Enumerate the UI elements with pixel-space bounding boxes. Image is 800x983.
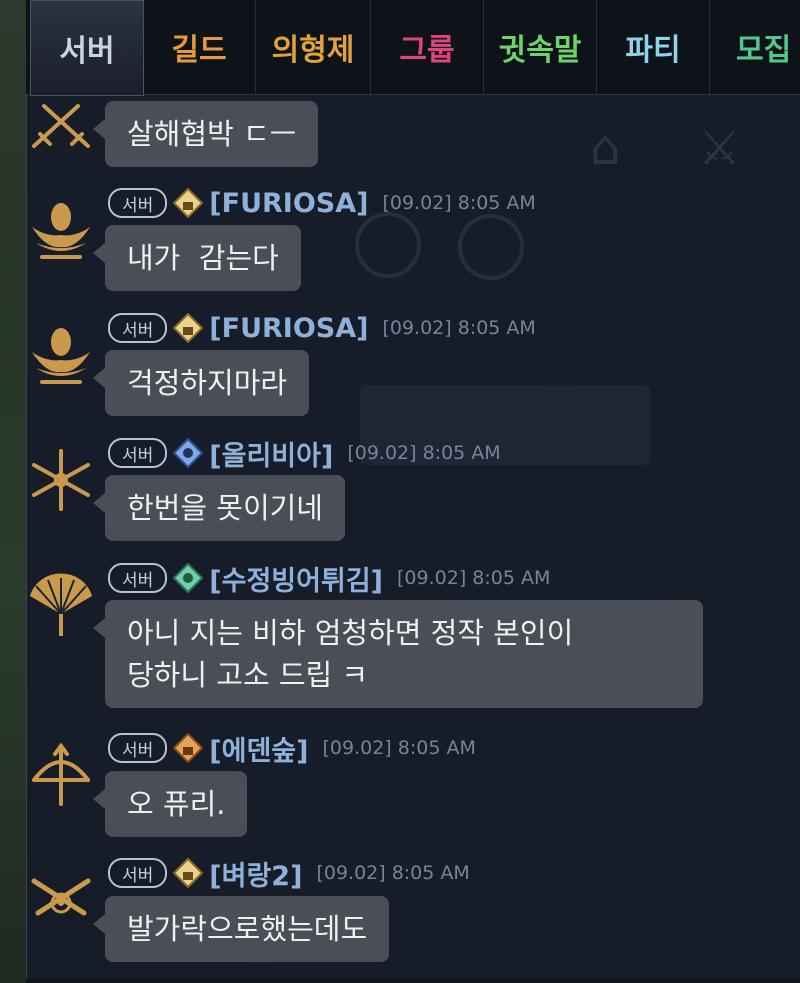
background-home-icon: ⌂ <box>590 120 621 176</box>
class-emblem <box>26 740 96 810</box>
class-emblem <box>26 320 96 390</box>
class-emblem <box>26 90 96 160</box>
chat-message: 발가락으로했는데도 <box>92 896 390 962</box>
bow-icon <box>32 742 90 806</box>
username[interactable]: [수정빙어튀김] <box>209 559 383 598</box>
class-emblem <box>26 570 96 640</box>
panel-bottom-border <box>26 978 800 983</box>
username[interactable]: [올리비아] <box>209 434 333 473</box>
channel-badge: 서버 <box>108 313 168 343</box>
tab-whisper[interactable]: 귓속말 <box>484 0 597 94</box>
timestamp: [09.02] 8:05 AM <box>322 737 476 759</box>
timestamp: [09.02] 8:05 AM <box>382 317 536 339</box>
background-skill-icon <box>458 214 524 280</box>
class-emblem <box>26 195 96 265</box>
chat-message: 오 퓨리. <box>92 771 248 837</box>
tab-recruit[interactable]: 모집 <box>710 0 800 94</box>
blue-rank-icon <box>173 438 204 468</box>
tab-label: 길드 <box>171 33 227 68</box>
channel-badge: 서버 <box>108 858 168 888</box>
message-header: 서버 [수정빙어튀김] [09.02] 8:05 AM <box>108 559 551 598</box>
message-header: 서버 [올리비아] [09.02] 8:05 AM <box>108 434 501 473</box>
channel-badge: 서버 <box>108 563 168 593</box>
timestamp: [09.02] 8:05 AM <box>397 567 551 589</box>
crossed-guns-icon <box>31 878 91 916</box>
gold-rank-icon <box>173 858 204 888</box>
gold-rank-icon <box>173 313 204 343</box>
tab-label: 모집 <box>736 33 792 68</box>
tab-label: 서버 <box>59 34 115 69</box>
crossed-swords-icon <box>32 104 90 148</box>
lotus-icon <box>32 328 90 384</box>
timestamp: [09.02] 8:05 AM <box>347 442 501 464</box>
chat-message: 한번을 못이기네 <box>93 475 345 541</box>
tab-label: 의형제 <box>271 33 355 68</box>
channel-badge: 서버 <box>108 188 168 218</box>
tab-party[interactable]: 파티 <box>597 0 710 94</box>
fan-icon <box>30 573 92 636</box>
message-header: 서버 [FURIOSA] [09.02] 8:05 AM <box>108 186 536 220</box>
tab-label: 귓속말 <box>498 33 582 68</box>
message-header: 서버 [에덴숲] [09.02] 8:05 AM <box>108 729 476 768</box>
lotus-icon <box>32 203 90 259</box>
username[interactable]: [FURIOSA] <box>209 313 368 344</box>
tab-label: 그룹 <box>399 33 455 68</box>
chat-message: 내가 감는다 <box>93 225 301 291</box>
game-screen: ⌂ ⚔ 서버 길드 의형제 그룹 귓속말 파티 모집 살해협박 ㄷㅡ 서버 [F… <box>0 0 800 983</box>
chat-message: 걱정하지마라 <box>92 350 310 416</box>
gold-rank-icon <box>173 188 204 218</box>
orange-rank-icon <box>173 733 204 763</box>
chat-message: 아니 지는 비하 엄청하면 정작 본인이 당하니 고소 드립 ㅋ <box>93 600 703 708</box>
class-emblem <box>26 865 96 935</box>
timestamp: [09.02] 8:05 AM <box>382 192 536 214</box>
username[interactable]: [벼랑2] <box>209 854 302 893</box>
channel-badge: 서버 <box>108 438 168 468</box>
star-burst-icon <box>32 449 90 511</box>
message-header: 서버 [FURIOSA] [09.02] 8:05 AM <box>108 311 536 345</box>
class-emblem <box>26 445 96 515</box>
game-world-edge <box>0 0 26 983</box>
background-skill-icon <box>355 212 421 278</box>
background-swords-icon: ⚔ <box>698 120 742 176</box>
green-rank-icon <box>173 563 204 593</box>
channel-badge: 서버 <box>108 733 168 763</box>
username[interactable]: [FURIOSA] <box>209 188 368 219</box>
tab-guild[interactable]: 길드 <box>143 0 256 94</box>
tab-server[interactable]: 서버 <box>30 0 144 96</box>
chat-message: 살해협박 ㄷㅡ <box>92 101 319 167</box>
username[interactable]: [에덴숲] <box>209 729 308 768</box>
tab-group[interactable]: 그룹 <box>371 0 484 94</box>
tab-label: 파티 <box>625 33 681 68</box>
timestamp: [09.02] 8:05 AM <box>316 862 470 884</box>
message-header: 서버 [벼랑2] [09.02] 8:05 AM <box>108 854 470 893</box>
tab-brotherhood[interactable]: 의형제 <box>256 0 371 94</box>
